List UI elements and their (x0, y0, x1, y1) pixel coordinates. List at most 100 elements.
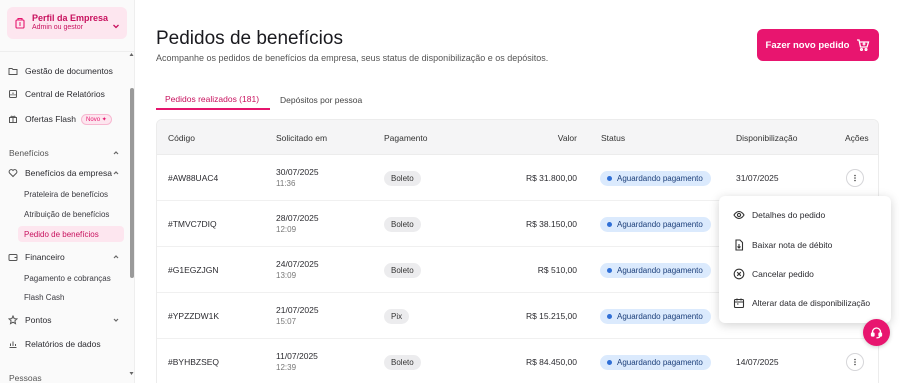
status-cell: Aguardando pagamento (600, 247, 711, 293)
status-cell: Aguardando pagamento (600, 293, 711, 339)
menu-item-cancelar[interactable]: Cancelar pedido (719, 259, 891, 288)
heart-icon (8, 168, 18, 178)
status-label: Aguardando pagamento (617, 357, 703, 367)
date: 24/07/2025 (276, 259, 319, 269)
main-content: Pedidos de benefícios Acompanhe os pedid… (136, 0, 900, 383)
section-pessoas[interactable]: Pessoas (9, 373, 42, 383)
row-actions-button[interactable] (846, 169, 864, 187)
sidebar-subitem-atribuicao[interactable]: Atribuição de benefícios (18, 206, 124, 222)
report-icon (8, 89, 18, 99)
sidebar-item-label: Central de Relatórios (25, 89, 105, 99)
time: 11:36 (276, 179, 296, 188)
sidebar-subitem-flash-cash[interactable]: Flash Cash (18, 289, 124, 305)
tab-depositos-por-pessoa[interactable]: Depósitos por pessoa (280, 89, 380, 110)
star-icon (8, 315, 18, 325)
table-row: #AW88UAC4 30/07/2025 11:36 Boleto R$ 31.… (157, 155, 878, 201)
requested-at: 30/07/2025 11:36 (276, 155, 319, 201)
scroll-up-arrow-icon[interactable] (129, 52, 134, 58)
status-cell: Aguardando pagamento (600, 201, 711, 247)
sidebar-item-label: Gestão de documentos (25, 66, 113, 76)
date: 11/07/2025 (276, 351, 318, 361)
menu-item-alterar-data[interactable]: Alterar data de disponibilização (719, 288, 891, 317)
new-order-button[interactable]: Fazer novo pedido (757, 29, 879, 61)
sidebar-subitem-pagamento-cobrancas[interactable]: Pagamento e cobranças (18, 270, 124, 286)
sidebar-item-beneficios-empresa[interactable]: Benefícios da empresa (0, 164, 126, 182)
row-actions-menu: Detalhes do pedido Baixar nota de débito… (719, 196, 891, 323)
sidebar-subitem-pedido-beneficios[interactable]: Pedido de benefícios (18, 226, 124, 242)
payment-cell: Boleto (384, 201, 421, 247)
menu-item-label: Detalhes do pedido (752, 209, 826, 220)
column-header: Status (601, 132, 626, 143)
menu-item-label: Baixar nota de débito (752, 239, 833, 250)
column-header: Valor (557, 132, 577, 143)
calendar-icon (733, 297, 745, 309)
chevron-up-icon (112, 169, 120, 177)
scroll-down-arrow-icon[interactable] (129, 370, 134, 376)
sidebar-item-relatorios-dados[interactable]: Relatórios de dados (0, 335, 126, 353)
status-badge: Aguardando pagamento (600, 216, 711, 232)
profile-name: Perfil da Empresa (32, 13, 109, 23)
sidebar-item-label: Relatórios de dados (25, 339, 101, 349)
sidebar-item-financeiro[interactable]: Financeiro (0, 248, 126, 266)
actions-cell (846, 155, 864, 201)
sidebar-item-ofertas-flash[interactable]: Ofertas Flash Novo ✦ (0, 110, 126, 128)
date: 28/07/2025 (276, 213, 319, 223)
value: R$ 15.215,00 (525, 311, 577, 321)
column-header: Ações (845, 132, 869, 143)
status-badge: Aguardando pagamento (600, 308, 711, 324)
row-actions-button[interactable] (846, 353, 864, 371)
close-circle-icon (733, 268, 745, 280)
status-label: Aguardando pagamento (617, 311, 703, 321)
payment-badge: Boleto (384, 216, 421, 232)
value: R$ 510,00 (537, 265, 577, 275)
status-label: Aguardando pagamento (617, 219, 703, 229)
menu-item-detalhes[interactable]: Detalhes do pedido (719, 200, 891, 229)
status-dot (607, 221, 612, 227)
sidebar-item-pontos[interactable]: Pontos (0, 311, 126, 329)
time: 15:07 (276, 317, 297, 326)
order-code: #TMVC7DIQ (168, 219, 217, 229)
availability-date: 14/07/2025 (736, 357, 779, 367)
sidebar-item-central-relatorios[interactable]: Central de Relatórios (0, 85, 126, 103)
table-header: Código Solicitado em Pagamento Valor Sta… (157, 120, 878, 155)
scrollbar-thumb[interactable] (130, 88, 134, 278)
time: 12:39 (276, 363, 297, 372)
sidebar-item-label: Ofertas Flash (25, 114, 77, 124)
profile-role: Admin ou gestor (32, 24, 83, 31)
availability-date: 31/07/2025 (736, 173, 779, 183)
divider (0, 51, 134, 52)
help-chat-button[interactable] (863, 319, 890, 346)
payment-cell: Boleto (384, 339, 421, 383)
sidebar: Perfil da Empresa Admin ou gestor Gestão… (0, 0, 135, 383)
button-label: Fazer novo pedido (765, 39, 850, 51)
requested-at: 21/07/2025 15:07 (276, 293, 319, 339)
sidebar-scrollbar[interactable] (129, 52, 134, 383)
profile-switcher[interactable]: Perfil da Empresa Admin ou gestor (7, 7, 127, 39)
cart-plus-icon (856, 38, 870, 52)
status-cell: Aguardando pagamento (600, 155, 711, 201)
headset-icon (870, 327, 883, 339)
column-header: Pagamento (384, 132, 428, 143)
tab-pedidos-realizados[interactable]: Pedidos realizados (181) (156, 89, 270, 110)
file-download-icon (733, 238, 745, 251)
section-beneficios[interactable]: Benefícios (9, 148, 119, 158)
sidebar-subitem-prateleira[interactable]: Prateleira de benefícios (18, 186, 124, 202)
building-icon (13, 16, 27, 30)
status-badge: Aguardando pagamento (600, 354, 711, 370)
wallet-icon (8, 252, 18, 262)
status-label: Aguardando pagamento (617, 265, 703, 275)
column-header: Código (168, 132, 195, 143)
menu-item-baixar-nota[interactable]: Baixar nota de débito (719, 230, 891, 259)
status-badge: Aguardando pagamento (600, 262, 711, 278)
sidebar-item-label: Financeiro (25, 252, 65, 262)
tabs: Pedidos realizados (181) Depósitos por p… (156, 89, 879, 111)
section-label: Benefícios (9, 148, 49, 158)
actions-cell (846, 339, 864, 383)
page-subtitle: Acompanhe os pedidos de benefícios da em… (156, 53, 549, 63)
sidebar-item-gestao-documentos[interactable]: Gestão de documentos (0, 62, 126, 80)
time: 13:09 (276, 271, 297, 280)
order-code: #G1EGZJGN (168, 265, 219, 275)
payment-cell: Boleto (384, 155, 421, 201)
payment-cell: Pix (384, 293, 410, 339)
requested-at: 24/07/2025 13:09 (276, 247, 319, 293)
